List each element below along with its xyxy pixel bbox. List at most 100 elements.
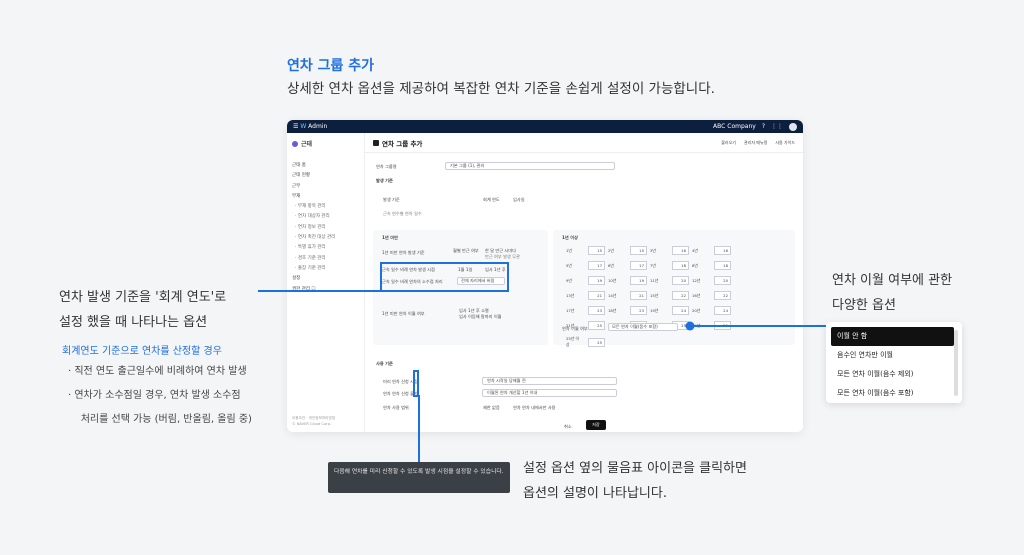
dropdown-option[interactable]: 모든 연차 이월(음수 포함) [831,384,954,403]
year-days-input[interactable]: 16 [714,246,731,255]
year-days-input[interactable]: 18 [714,261,731,270]
sidebar-item[interactable]: 부재 [292,193,359,199]
year-grid: 1년 15 2년 15 3년 16 4년 16 5년 17 6년 17 7년 18 8년 18 9년 19 10년 1… [566,246,734,348]
dropdown-option[interactable]: 모든 연차 이월(음수 제외) [831,365,954,384]
sidebar-footer: 이용조건 · 개인정보처리방침 © NAVER Cloud Corp. [292,415,335,427]
highlight-box [380,262,509,292]
year-days-input[interactable]: 23 [588,306,605,315]
left-annotation-line1: 연차 발생 기준을 '회계 연도'로 [59,290,227,305]
page-title: 연차 그룹 추가 [382,139,423,148]
sidebar-item[interactable]: · 부재 항목 관리 [292,203,359,209]
dropdown-scrollbar[interactable] [954,330,958,396]
year-cell: 25년 이상 25 [566,336,608,348]
avatar[interactable] [789,122,797,131]
basis-radio-fiscal[interactable]: 회계 연도 [483,197,500,203]
year-label: 25년 이상 [566,336,580,347]
year-days-input[interactable]: 25 [714,321,731,330]
cancel-button[interactable]: 취소 [564,424,572,430]
sec1-row1-radio1[interactable]: 월별 만근 여부 [453,248,479,254]
sidebar-item[interactable]: 근태 현황 [292,172,359,178]
right-annotation-line2: 다양한 옵션 [832,298,896,313]
year-days-input[interactable]: 22 [672,291,689,300]
basis-radio-hire[interactable]: 입사일 [513,197,525,203]
year-days-input[interactable]: 19 [588,276,605,285]
year-cell: 3년 16 [650,246,692,255]
year-cell: 17년 23 [566,306,608,315]
left-annotation-list: · 직전 연도 출근일수에 비례하여 연차 발생 · 연차가 소수점일 경우, 연… [68,360,252,432]
year-cell: 18년 23 [608,306,650,315]
sidebar-item[interactable]: · 연차 촉진 대상 관리 [292,234,359,240]
year-days-input[interactable]: 25 [588,337,605,347]
year-days-input[interactable]: 24 [714,306,731,315]
year-cell: 13년 21 [566,291,608,300]
app-name: Admin [308,123,328,130]
year-days-input[interactable]: 15 [630,246,647,255]
year-cell: 6년 17 [608,261,650,270]
year-label: 5년 [566,262,572,268]
sidebar-item[interactable]: · 연차 대상자 관리 [292,213,359,219]
year-label: 2년 [608,247,614,253]
year-label: 7년 [650,262,656,268]
list-item: · 직전 연도 출근일수에 비례하여 연차 발생 [68,366,247,377]
extra-row1-select[interactable]: 연차 시작일 당해월 전 [482,377,617,385]
year-days-input[interactable]: 18 [672,261,689,270]
dropdown-option[interactable]: 이월 안 함 [831,327,954,346]
sidebar-item[interactable]: 근무 [292,183,359,189]
sec1-row4-radio2[interactable]: 입사 이듬해 말까지 이월 [459,314,502,320]
sidebar-item[interactable]: · 경조 기준 관리 [292,255,359,261]
year-days-input[interactable]: 17 [588,261,605,270]
year-cell: 14년 21 [608,291,650,300]
year-cell: 5년 17 [566,261,608,270]
help-icon[interactable]: ? [762,123,765,130]
year-days-input[interactable]: 24 [672,306,689,315]
year-days-input[interactable]: 17 [630,261,647,270]
right-annotation-line1: 연차 이월 여부에 관한 [832,273,953,288]
sidebar-item[interactable]: · 연차 정보 관리 [292,224,359,230]
bottom-annotation-line1: 설정 옵션 옆의 물음표 아이콘을 클릭하면 [523,461,747,476]
year-days-input[interactable]: 16 [672,246,689,255]
year-label: 6년 [608,262,614,268]
group-name-input[interactable]: 기본 그룹 (1), 관리 [445,162,615,170]
brand-label: 근태 [301,141,313,148]
load-button[interactable]: 불러오기 [721,140,736,146]
year-days-input[interactable]: 20 [672,276,689,285]
sec1-row1-radio3[interactable]: 만근 여부 발생 무관 [485,254,520,260]
back-icon[interactable] [373,139,379,146]
apps-icon[interactable]: ⋮⋮ [771,123,783,130]
year-cell: 1년 15 [566,246,608,255]
extra-section-label: 사용 기준 [376,361,393,366]
year-days-input[interactable]: 21 [630,291,647,300]
extra-row3-radio2[interactable]: 연차 연차 내에서만 사용 [513,405,556,411]
year-days-input[interactable]: 19 [630,276,647,285]
extra-row3-label: 연차 사용 범위 [383,405,409,410]
year-label: 17년 [566,307,575,313]
guide-button[interactable]: 사용 가이드 [775,140,795,146]
list-item: · 연차가 소수점일 경우, 연차 발생 소수점 [68,390,241,401]
sidebar-item[interactable]: 권한 관리 ☐ [292,286,359,292]
basis-section-label: 발생 기준 [376,178,393,183]
hero-title: 연차 그룹 추가 [287,58,375,74]
year-label: 15년 [650,292,659,298]
year-days-input[interactable]: 25 [588,321,605,330]
year-label: 10년 [608,277,617,283]
year-days-input[interactable]: 22 [714,291,731,300]
sidebar-item[interactable]: 설정 [292,275,359,281]
manual-button[interactable]: 관리자 매뉴얼 [744,140,767,146]
sidebar-brand: 근태 [292,139,359,148]
sidebar-item[interactable]: 근태 홈 [292,162,359,168]
sidebar-item[interactable]: · 특별 휴가 관리 [292,244,359,250]
carry-select[interactable]: 모든 연차 이월(음수 포함) [608,323,678,331]
company-name[interactable]: ABC Company [713,123,756,130]
menu-icon[interactable]: ☰ [293,123,298,130]
save-button[interactable]: 저장 [586,420,606,430]
dropdown-option[interactable]: 음수인 연차만 이월 [831,346,954,365]
extra-row3-radio1[interactable]: 제한 없음 [483,405,500,411]
extra-row2-select[interactable]: 이월된 연차 개선할 1년 이내 [482,389,617,397]
year-days-input[interactable]: 15 [588,246,605,255]
sidebar-item[interactable]: · 출장 기준 관리 [292,265,359,271]
year-days-input[interactable]: 20 [714,276,731,285]
bottom-annotation-line2: 옵션의 설명이 나타납니다. [523,486,667,501]
help-icon-highlight [413,370,419,397]
year-days-input[interactable]: 23 [630,306,647,315]
year-days-input[interactable]: 21 [588,291,605,300]
